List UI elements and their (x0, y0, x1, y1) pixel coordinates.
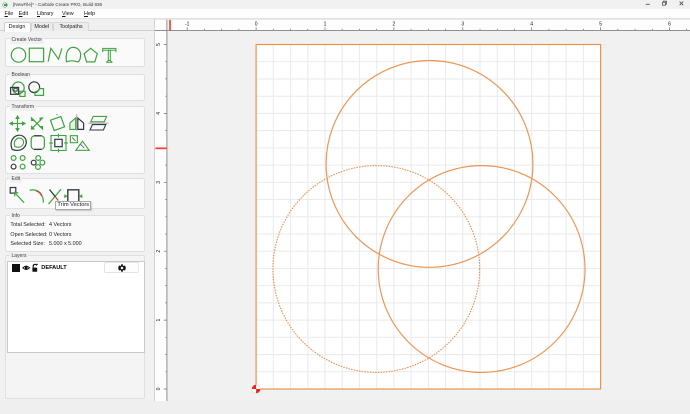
svg-text:0: 0 (254, 22, 257, 28)
svg-text:3: 3 (156, 181, 162, 184)
svg-text:4: 4 (156, 112, 162, 115)
svg-text:1: 1 (156, 318, 162, 321)
svg-text:4: 4 (530, 22, 533, 28)
svg-text:2: 2 (392, 22, 395, 28)
svg-text:2: 2 (156, 250, 162, 253)
svg-text:3: 3 (461, 22, 464, 28)
svg-text:-1: -1 (184, 22, 189, 28)
svg-text:5: 5 (599, 22, 602, 28)
svg-text:0: 0 (156, 387, 162, 390)
svg-text:5: 5 (156, 43, 162, 46)
svg-text:6: 6 (668, 22, 671, 28)
svg-text:1: 1 (323, 22, 326, 28)
